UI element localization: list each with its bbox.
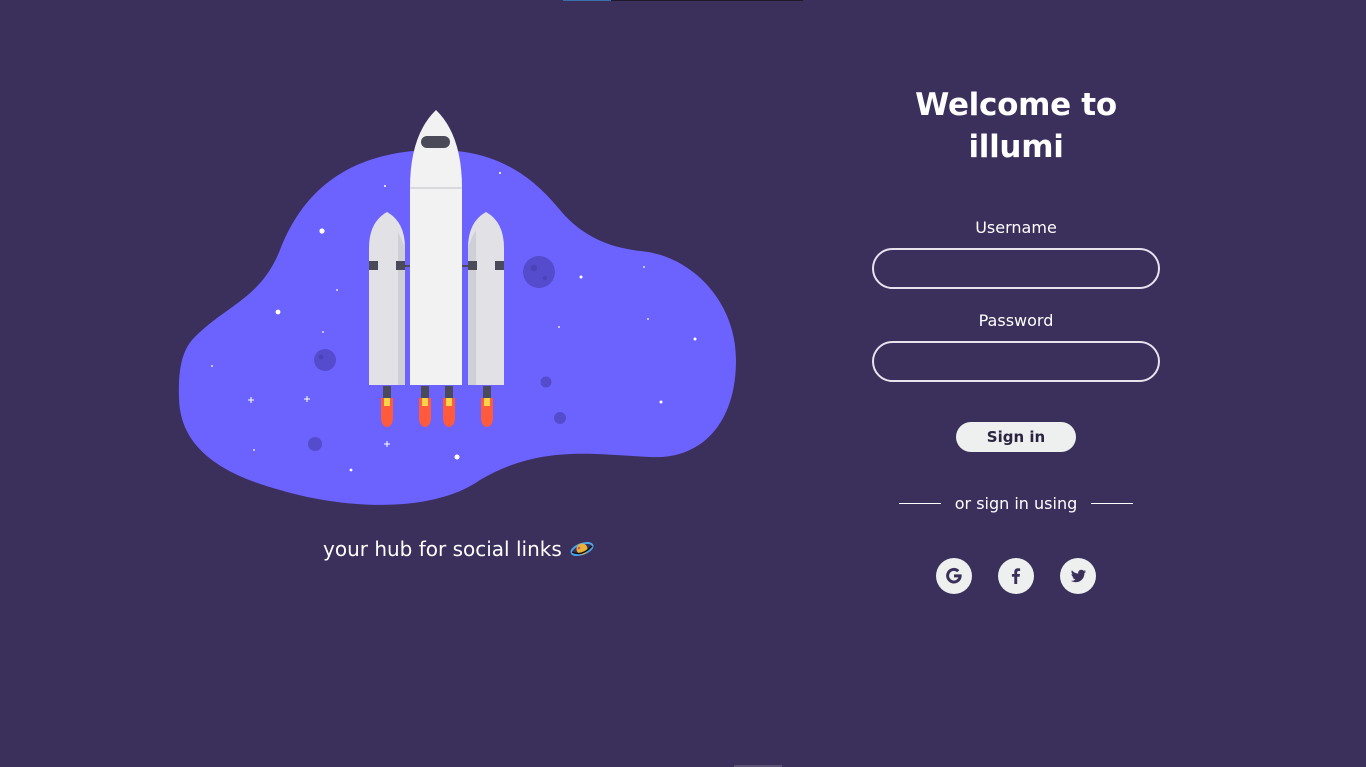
social-login-buttons bbox=[872, 558, 1160, 594]
sign-in-button[interactable]: Sign in bbox=[956, 422, 1076, 452]
signin-wrap: Sign in bbox=[872, 422, 1160, 452]
username-input[interactable] bbox=[872, 248, 1160, 289]
twitter-icon bbox=[1070, 569, 1086, 583]
rocket-body bbox=[369, 110, 504, 385]
google-login-button[interactable] bbox=[936, 558, 972, 594]
divider-line-right bbox=[1091, 503, 1134, 504]
ringed-planet-icon bbox=[570, 541, 594, 557]
facebook-login-button[interactable] bbox=[998, 558, 1034, 594]
rocket-launch-illustration bbox=[178, 110, 737, 505]
welcome-title: Welcome to illumi bbox=[915, 87, 1117, 165]
social-divider: or sign in using bbox=[872, 494, 1160, 513]
facebook-icon bbox=[1011, 568, 1021, 584]
divider-text: or sign in using bbox=[954, 494, 1078, 513]
username-label: Username bbox=[975, 218, 1057, 237]
google-icon bbox=[946, 567, 962, 584]
tagline-text: your hub for social links bbox=[323, 537, 562, 561]
password-label: Password bbox=[978, 311, 1054, 330]
twitter-login-button[interactable] bbox=[1060, 558, 1096, 594]
tagline: your hub for social links bbox=[323, 537, 594, 561]
login-panel: Welcome to illumi Username Password Sign… bbox=[872, 84, 1160, 594]
password-input[interactable] bbox=[872, 341, 1160, 382]
divider-line-left bbox=[898, 503, 941, 504]
